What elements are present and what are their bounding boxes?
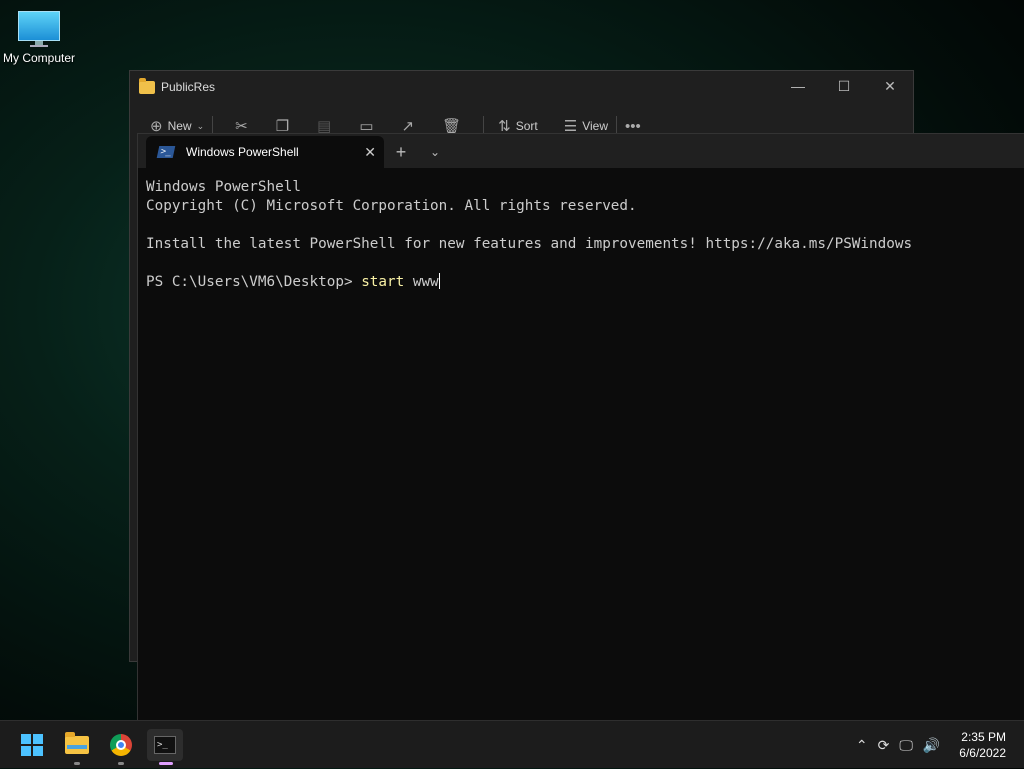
text-cursor [438,273,440,289]
command-line[interactable]: PS C:\Users\VM6\Desktop> start www [146,273,1016,292]
chevron-up-icon[interactable]: ⌃ [856,737,868,754]
command-text: start [361,274,405,290]
maximize-button[interactable]: ☐ [821,71,867,101]
start-button[interactable] [14,729,50,761]
network-icon[interactable]: 🖵 [899,737,913,754]
powershell-icon: >_ [156,146,176,158]
tab-title: Windows PowerShell [186,145,299,159]
system-tray: ⌃ ⟳ 🖵 🔊 2:35 PM 6/6/2022 [851,721,1024,769]
clock[interactable]: 2:35 PM 6/6/2022 [959,729,1006,761]
taskbar-file-explorer[interactable] [59,729,95,765]
chevron-down-icon[interactable]: ⌄ [418,136,452,168]
desktop-icon-my-computer[interactable]: My Computer [0,8,78,65]
terminal-line: Install the latest PowerShell for new fe… [146,236,913,252]
terminal-output[interactable]: Windows PowerShell Copyright (C) Microsof… [138,168,1024,302]
close-icon[interactable]: ✕ [364,144,376,161]
view-label: View [582,119,609,133]
update-icon[interactable]: ⟳ [878,737,890,754]
active-indicator [159,762,173,765]
chevron-down-icon: ⌄ [196,120,205,131]
new-label: New [167,119,192,133]
clock-date: 6/6/2022 [959,746,1006,760]
terminal-icon: >_ [154,736,176,754]
file-explorer-icon [65,732,89,754]
explorer-title: PublicRes [161,80,216,94]
volume-icon[interactable]: 🔊 [923,737,940,754]
chrome-icon [110,734,132,756]
taskbar: >_ ⌃ ⟳ 🖵 🔊 2:35 PM 6/6/2022 [0,720,1024,768]
sort-label: Sort [515,119,538,133]
running-indicator [74,762,80,765]
running-indicator [118,762,124,765]
monitor-icon [18,11,60,47]
terminal-line: Copyright (C) Microsoft Corporation. All… [146,198,637,214]
terminal-line: Windows PowerShell [146,179,301,195]
windows-logo-icon [21,734,43,756]
clock-time: 2:35 PM [961,730,1006,744]
folder-icon [139,77,155,94]
new-tab-button[interactable]: + [384,136,418,168]
close-button[interactable]: ✕ [867,71,913,101]
argument-text: www [404,274,439,290]
terminal-window[interactable]: >_ Windows PowerShell ✕ + ⌄ Windows Powe… [137,133,1024,720]
taskbar-chrome[interactable] [103,729,139,765]
explorer-window-controls: — ☐ ✕ [775,71,913,101]
minimize-button[interactable]: — [775,71,821,101]
desktop-icon-label: My Computer [2,51,76,65]
more-icon[interactable]: ••• [625,118,641,135]
terminal-tab-bar: >_ Windows PowerShell ✕ + ⌄ [138,134,1024,168]
tab-windows-powershell[interactable]: >_ Windows PowerShell ✕ [146,136,384,168]
prompt: PS C:\Users\VM6\Desktop> [146,274,362,290]
taskbar-terminal[interactable]: >_ [147,729,183,765]
